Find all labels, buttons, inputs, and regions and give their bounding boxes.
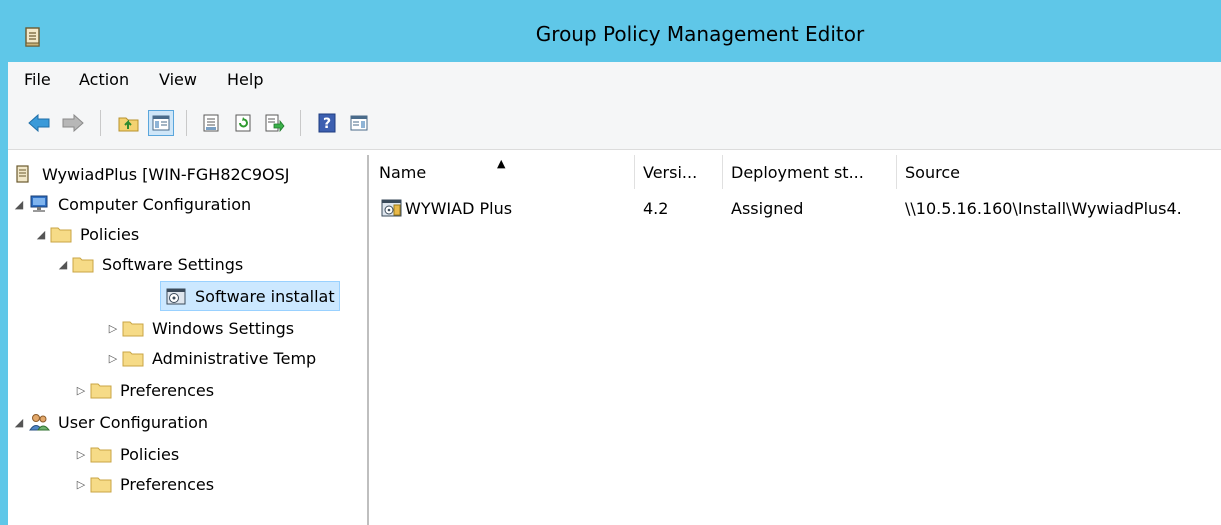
expand-arrow-icon[interactable]: ▷ bbox=[72, 478, 90, 491]
svg-text:?: ? bbox=[323, 116, 331, 132]
refresh-icon[interactable] bbox=[230, 110, 256, 136]
window-title: Group Policy Management Editor bbox=[535, 22, 865, 46]
folder-icon bbox=[122, 347, 144, 369]
expand-arrow-icon[interactable]: ▷ bbox=[104, 352, 122, 365]
collapse-arrow-icon[interactable]: ◢ bbox=[10, 198, 28, 211]
expand-arrow-icon[interactable]: ▷ bbox=[72, 448, 90, 461]
column-header-label: Source bbox=[905, 162, 960, 182]
menu-bar: File Action View Help bbox=[8, 62, 1221, 98]
toolbar: ? bbox=[8, 98, 1221, 150]
tree-item-label: WywiadPlus [WIN-FGH82C9OSJ bbox=[42, 164, 290, 184]
folder-icon bbox=[72, 253, 94, 275]
show-hide-tree-icon[interactable] bbox=[148, 110, 174, 136]
console-tree: WywiadPlus [WIN-FGH82C9OSJ ◢ Computer Co… bbox=[8, 155, 369, 525]
column-header-label: Deployment st... bbox=[731, 162, 864, 182]
column-header-label: Name bbox=[379, 162, 427, 182]
tree-item-label: Computer Configuration bbox=[58, 194, 252, 214]
folder-icon bbox=[90, 473, 112, 495]
tree-item-windows-settings[interactable]: ▷ Windows Settings bbox=[104, 313, 294, 343]
results-list: Name ▲ Versi... Deployment st... Source … bbox=[371, 155, 1221, 525]
toolbar-separator bbox=[186, 110, 187, 136]
tree-item-cc-preferences[interactable]: ▷ Preferences bbox=[72, 375, 214, 405]
folder-icon bbox=[122, 317, 144, 339]
tree-item-label: Preferences bbox=[120, 474, 215, 494]
tree-item-label: Policies bbox=[80, 224, 140, 244]
forward-arrow-icon[interactable] bbox=[60, 110, 86, 136]
menu-view[interactable]: View bbox=[159, 70, 197, 89]
gpo-document-icon bbox=[12, 163, 34, 185]
help-icon[interactable]: ? bbox=[314, 110, 340, 136]
tree-item-label: User Configuration bbox=[58, 412, 209, 432]
tree-item-label: Software Settings bbox=[102, 254, 244, 274]
tree-item-software-installation[interactable]: Software installat bbox=[160, 281, 340, 311]
tree-item-administrative-templates[interactable]: ▷ Administrative Temp bbox=[104, 343, 316, 373]
collapse-arrow-icon[interactable]: ◢ bbox=[32, 228, 50, 241]
tree-item-label: Policies bbox=[120, 444, 180, 464]
msi-package-icon bbox=[381, 197, 403, 219]
tree-item-label: Windows Settings bbox=[152, 318, 295, 338]
tree-item-label: Software installat bbox=[195, 286, 335, 306]
column-header-source[interactable]: Source bbox=[897, 155, 1221, 189]
show-hide-action-pane-icon[interactable] bbox=[346, 110, 372, 136]
column-header-name[interactable]: Name ▲ bbox=[371, 155, 635, 189]
software-installation-icon bbox=[165, 285, 187, 307]
tree-item-uc-preferences[interactable]: ▷ Preferences bbox=[72, 469, 214, 499]
column-header-label: Versi... bbox=[643, 162, 698, 182]
tree-item-user-configuration[interactable]: ◢ User Configuration bbox=[10, 407, 208, 437]
export-list-icon[interactable] bbox=[262, 110, 288, 136]
column-header-version[interactable]: Versi... bbox=[635, 155, 723, 189]
up-folder-icon[interactable] bbox=[116, 110, 142, 136]
expand-arrow-icon[interactable]: ▷ bbox=[104, 322, 122, 335]
tree-item-label: Preferences bbox=[120, 380, 215, 400]
tree-item-label: Administrative Temp bbox=[152, 348, 317, 368]
collapse-arrow-icon[interactable]: ◢ bbox=[54, 258, 72, 271]
package-name: WYWIAD Plus bbox=[405, 198, 513, 218]
tree-item-computer-configuration[interactable]: ◢ Computer Configuration bbox=[10, 189, 251, 219]
tree-item-root[interactable]: WywiadPlus [WIN-FGH82C9OSJ bbox=[12, 159, 290, 189]
menu-file[interactable]: File bbox=[24, 70, 51, 89]
properties-icon[interactable] bbox=[198, 110, 224, 136]
column-header-deployment-state[interactable]: Deployment st... bbox=[723, 155, 897, 189]
gpme-window: Group Policy Management Editor File Acti… bbox=[0, 0, 1221, 525]
computer-icon bbox=[28, 193, 50, 215]
sort-ascending-icon: ▲ bbox=[497, 157, 506, 170]
tree-item-uc-policies[interactable]: ▷ Policies bbox=[72, 439, 179, 469]
tree-item-cc-policies[interactable]: ◢ Policies bbox=[32, 219, 139, 249]
table-row[interactable]: WYWIAD Plus bbox=[381, 195, 631, 221]
folder-icon bbox=[90, 443, 112, 465]
package-deployment-state: Assigned bbox=[731, 198, 804, 218]
toolbar-separator bbox=[100, 110, 101, 136]
folder-icon bbox=[90, 379, 112, 401]
tree-item-software-settings[interactable]: ◢ Software Settings bbox=[54, 249, 243, 279]
folder-icon bbox=[50, 223, 72, 245]
menu-action[interactable]: Action bbox=[79, 70, 129, 89]
package-version: 4.2 bbox=[643, 198, 669, 218]
toolbar-separator bbox=[300, 110, 301, 136]
back-arrow-icon[interactable] bbox=[26, 110, 52, 136]
users-icon bbox=[28, 411, 50, 433]
collapse-arrow-icon[interactable]: ◢ bbox=[10, 416, 28, 429]
package-source: \\10.5.16.160\Install\WywiadPlus4. bbox=[905, 198, 1182, 218]
title-bar[interactable]: Group Policy Management Editor bbox=[0, 0, 1221, 62]
menu-help[interactable]: Help bbox=[227, 70, 263, 89]
expand-arrow-icon[interactable]: ▷ bbox=[72, 384, 90, 397]
